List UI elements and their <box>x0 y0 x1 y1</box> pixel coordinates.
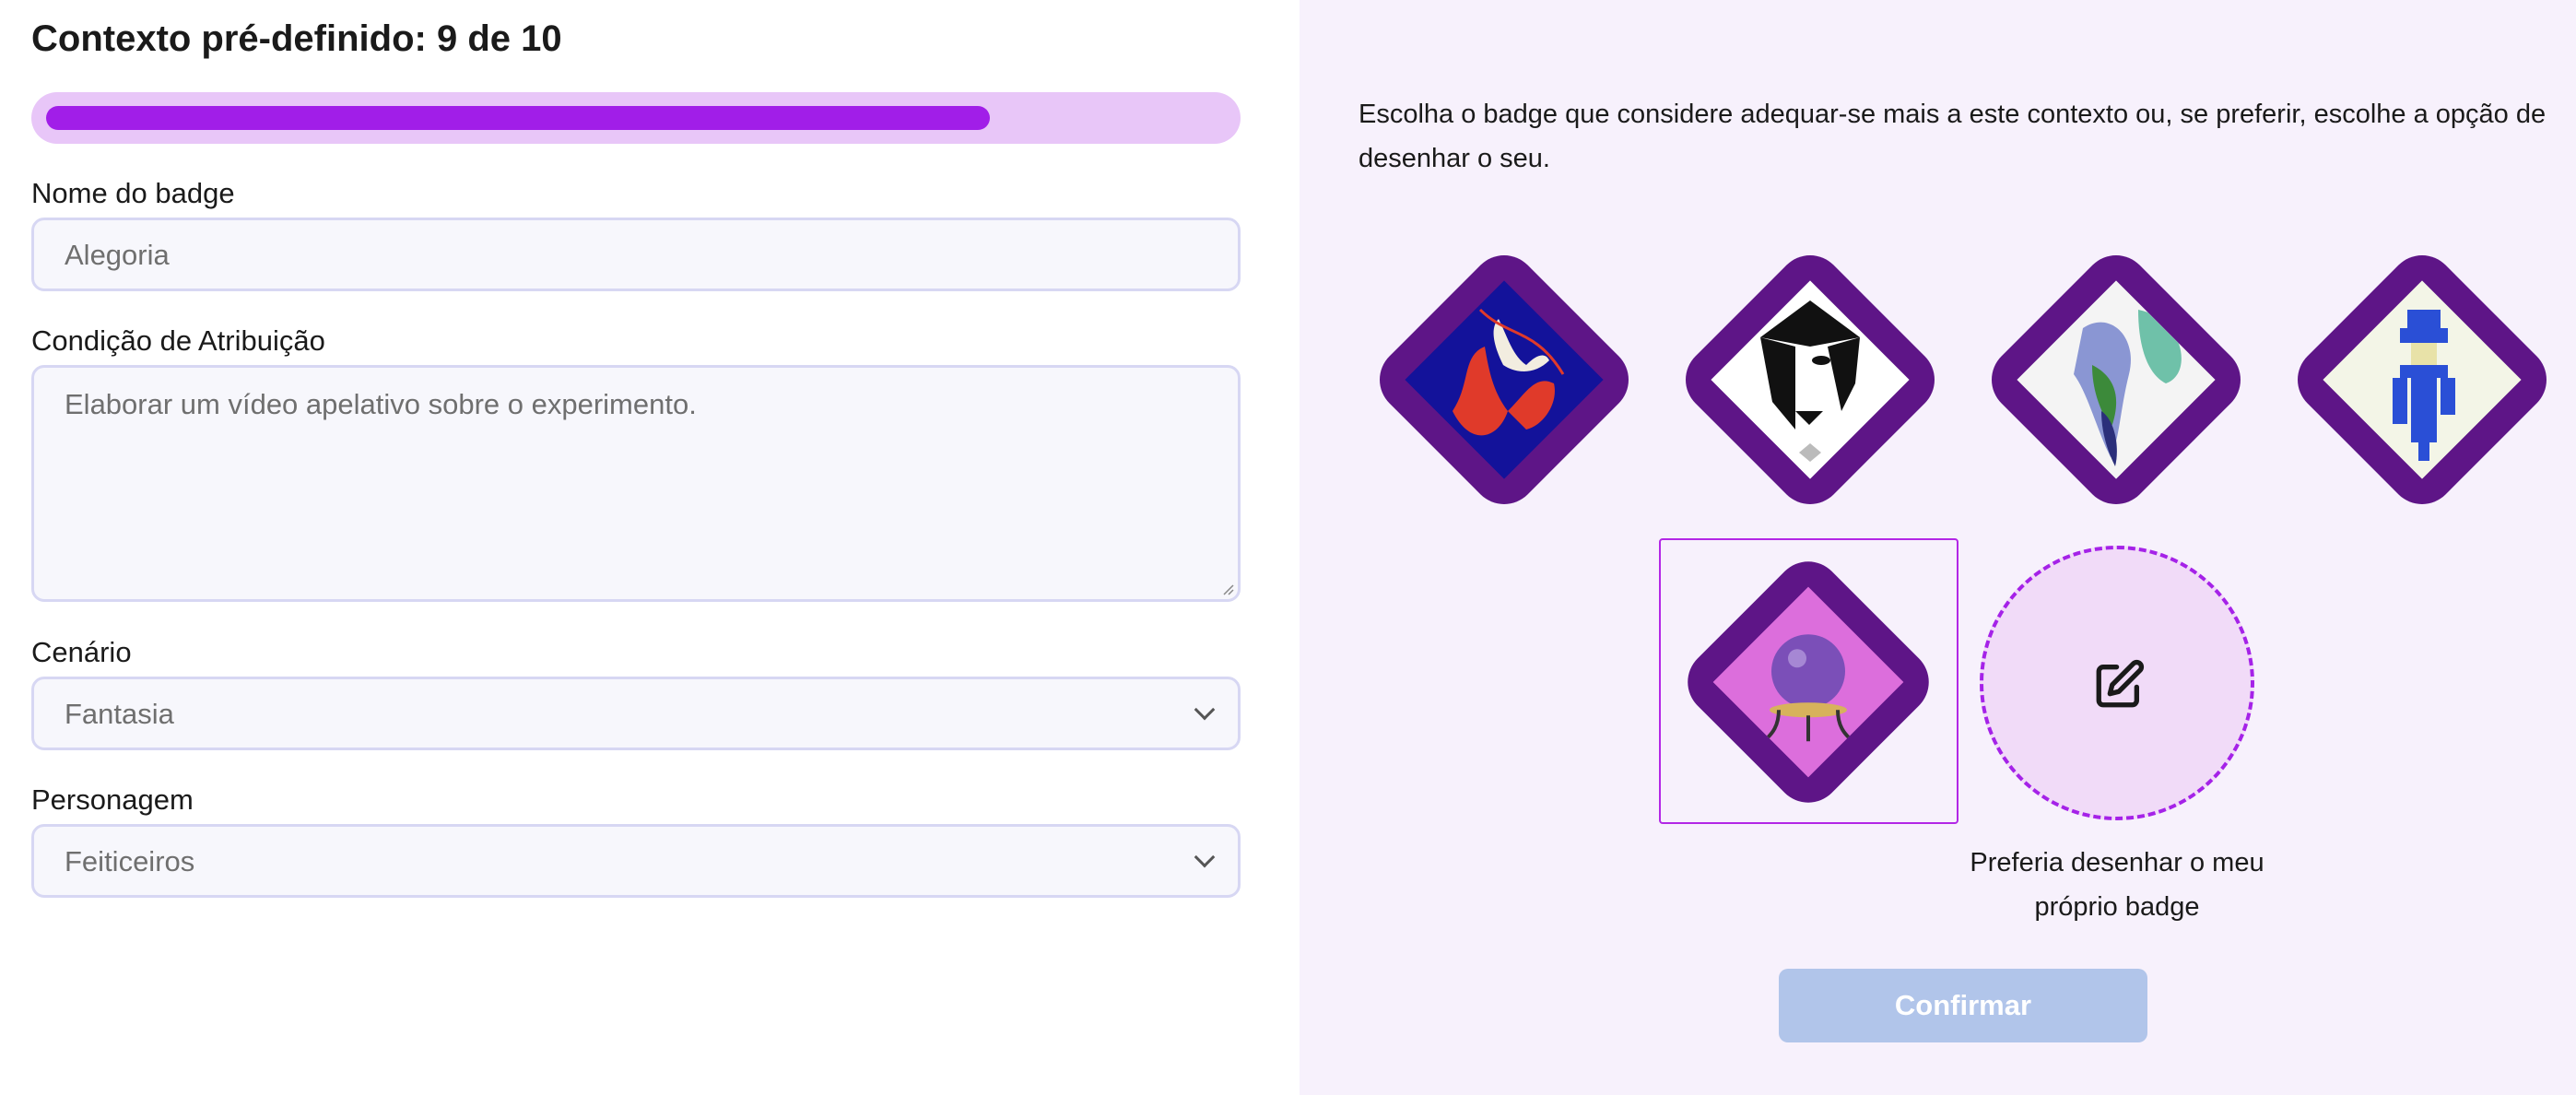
badge-option-figures[interactable] <box>1978 241 2254 518</box>
badge-name-label: Nome do badge <box>31 177 235 209</box>
confirm-button[interactable]: Confirmar <box>1779 969 2147 1042</box>
scenario-value: Fantasia <box>65 698 174 730</box>
face-artwork-icon <box>1711 280 1910 479</box>
scenario-select[interactable]: Fantasia <box>31 677 1241 750</box>
badge-frame <box>1366 241 1642 518</box>
crystal-ball-artwork-icon <box>1712 586 1904 778</box>
draw-own-badge-label: Preferia desenhar o meu próprio badge <box>1970 848 2264 922</box>
badge-frame <box>2284 241 2560 518</box>
badge-frame <box>1674 548 1943 817</box>
condition-label: Condição de Atribuição <box>31 324 325 357</box>
edit-icon <box>2096 659 2145 708</box>
badge-option-pixel[interactable] <box>2284 241 2560 518</box>
form-panel: Contexto pré-definido: 9 de 10 Nome do b… <box>0 0 1300 1095</box>
badge-frame <box>1672 241 1948 518</box>
character-select[interactable]: Feiticeiros <box>31 824 1241 898</box>
chevron-down-icon <box>1194 699 1216 721</box>
condition-textarea[interactable]: Elaborar um vídeo apelativo sobre o expe… <box>31 365 1241 602</box>
character-value: Feiticeiros <box>65 845 195 877</box>
page-title: Contexto pré-definido: 9 de 10 <box>31 18 562 59</box>
badge-option-crystal-ball[interactable] <box>1670 544 1947 820</box>
badge-name-value: Alegoria <box>65 239 170 271</box>
badge-option-hands[interactable] <box>1366 241 1642 518</box>
pixel-wizard-artwork-icon <box>2323 280 2522 479</box>
scenario-label: Cenário <box>31 636 132 668</box>
progress-bar-fill <box>46 106 990 130</box>
badge-name-input[interactable]: Alegoria <box>31 218 1241 291</box>
chevron-down-icon <box>1194 846 1216 868</box>
figures-artwork-icon <box>2017 280 2216 479</box>
picker-description: Escolha o badge que considere adequar-se… <box>1359 100 2547 173</box>
character-label: Personagem <box>31 783 194 816</box>
badge-frame <box>1978 241 2254 518</box>
progress-bar <box>31 92 1241 144</box>
condition-value: Elaborar um vídeo apelativo sobre o expe… <box>65 388 697 420</box>
badge-option-face[interactable] <box>1672 241 1948 518</box>
resize-handle-icon[interactable] <box>1221 583 1234 595</box>
hands-artwork-icon <box>1405 280 1604 479</box>
draw-own-badge-button[interactable] <box>1980 546 2254 820</box>
